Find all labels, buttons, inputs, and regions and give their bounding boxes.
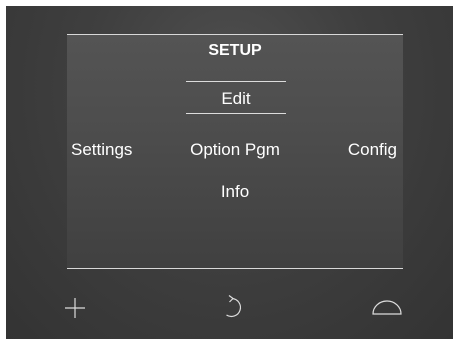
control-panel: SETUP Edit Settings Option Pgm Config In…	[6, 6, 453, 339]
dome-icon	[372, 300, 402, 315]
display-screen: SETUP Edit Settings Option Pgm Config In…	[67, 34, 403, 269]
dome-button[interactable]	[367, 289, 407, 325]
menu-item-info[interactable]: Info	[67, 182, 403, 202]
menu-item-config[interactable]: Config	[348, 140, 397, 160]
plus-button[interactable]	[55, 289, 95, 325]
menu-title: SETUP	[208, 42, 262, 59]
rotate-back-icon	[226, 295, 242, 318]
back-button[interactable]	[213, 289, 253, 325]
plus-icon	[65, 298, 85, 318]
selection-top-line	[186, 81, 286, 82]
menu-item-edit[interactable]: Edit	[186, 89, 286, 109]
selection-bottom-line	[186, 113, 286, 114]
